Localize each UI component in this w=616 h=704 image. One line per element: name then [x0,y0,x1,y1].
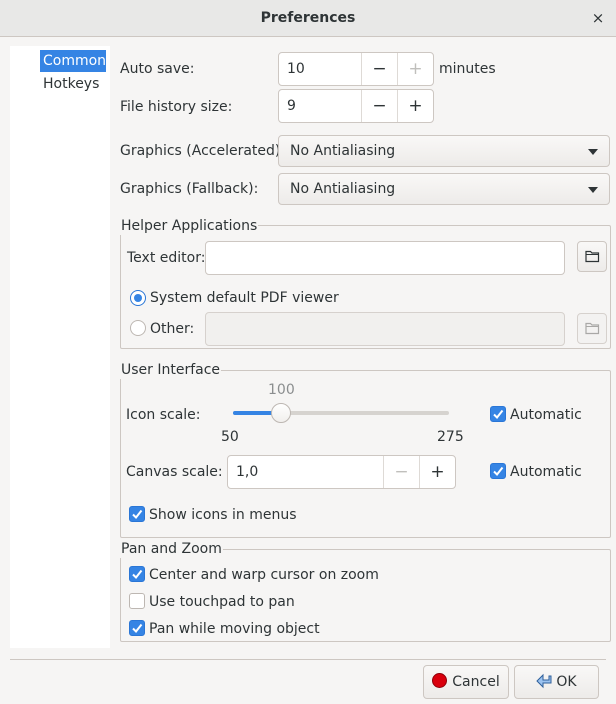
icon-scale-slider-knob[interactable] [270,403,291,423]
canvas-scale-decrement-button[interactable]: − [383,456,419,488]
check-icon [132,623,143,634]
canvas-scale-auto-checkbox[interactable] [490,463,506,479]
check-icon [132,509,143,520]
canvas-scale-input[interactable]: 1,0 [228,456,383,488]
autosave-label: Auto save: [120,61,195,77]
pan-moving-checkbox[interactable] [129,620,145,636]
ok-arrow-icon [536,673,552,689]
pdf-default-radio[interactable] [130,290,146,306]
ok-button-label: OK [556,674,577,690]
icon-scale-auto-label: Automatic [510,407,582,423]
autosave-input[interactable]: 10 [279,53,361,85]
close-icon[interactable]: × [588,8,608,28]
pdf-other-browse-button[interactable] [577,313,607,344]
cancel-button-label: Cancel [452,674,500,690]
text-editor-browse-button[interactable] [577,241,607,272]
icon-scale-auto-checkbox[interactable] [490,406,506,422]
folder-icon [585,322,600,335]
canvas-scale-increment-button[interactable]: + [419,456,455,488]
center-warp-label: Center and warp cursor on zoom [149,567,379,583]
window-title: Preferences [260,10,356,26]
history-spinner: 9 − + [278,89,434,123]
user-interface-title: User Interface [120,361,222,379]
autosave-increment-button[interactable]: + [397,53,433,85]
icon-scale-value: 100 [268,382,295,398]
show-icons-label: Show icons in menus [149,507,297,523]
touchpad-pan-label: Use touchpad to pan [149,594,295,610]
pdf-other-radio[interactable] [130,320,146,336]
autosave-spinner: 10 − + [278,52,434,86]
canvas-scale-auto-label: Automatic [510,464,582,480]
graphics-fallback-value: No Antialiasing [290,181,396,197]
icon-scale-max: 275 [437,429,464,445]
canvas-scale-label: Canvas scale: [126,464,223,480]
touchpad-pan-checkbox[interactable] [129,593,145,609]
history-decrement-button[interactable]: − [361,90,397,122]
footer-separator [10,659,606,660]
autosave-unit: minutes [439,61,496,77]
pdf-other-label: Other: [150,321,195,337]
helper-applications-title: Helper Applications [120,217,259,235]
check-icon [132,569,143,580]
check-icon [493,466,504,477]
canvas-scale-spinner: 1,0 − + [227,455,456,489]
graphics-accel-label: Graphics (Accelerated): [120,143,286,159]
cancel-icon [432,673,448,688]
graphics-fallback-label: Graphics (Fallback): [120,181,259,197]
history-label: File history size: [120,99,233,115]
history-input[interactable]: 9 [279,90,361,122]
dropdown-arrow-icon [588,149,598,155]
icon-scale-label: Icon scale: [126,407,201,423]
text-editor-input[interactable] [205,241,565,275]
history-increment-button[interactable]: + [397,90,433,122]
show-icons-checkbox[interactable] [129,506,145,522]
pdf-other-input[interactable] [205,312,565,346]
dropdown-arrow-icon [588,187,598,193]
pan-moving-label: Pan while moving object [149,621,320,637]
icon-scale-min: 50 [221,429,239,445]
graphics-accel-dropdown[interactable]: No Antialiasing [278,135,610,167]
text-editor-label: Text editor: [127,250,206,266]
cancel-button[interactable]: Cancel [423,665,509,699]
graphics-accel-value: No Antialiasing [290,143,396,159]
sidebar-item-hotkeys[interactable]: Hotkeys [40,73,106,95]
pdf-default-label: System default PDF viewer [150,290,339,306]
pan-zoom-title: Pan and Zoom [120,540,223,558]
sidebar-item-common[interactable]: Common [40,50,106,72]
ok-button[interactable]: OK [514,665,599,699]
autosave-decrement-button[interactable]: − [361,53,397,85]
graphics-fallback-dropdown[interactable]: No Antialiasing [278,173,610,205]
check-icon [493,409,504,420]
folder-icon [585,250,600,263]
sidebar [10,46,110,648]
center-warp-checkbox[interactable] [129,566,145,582]
